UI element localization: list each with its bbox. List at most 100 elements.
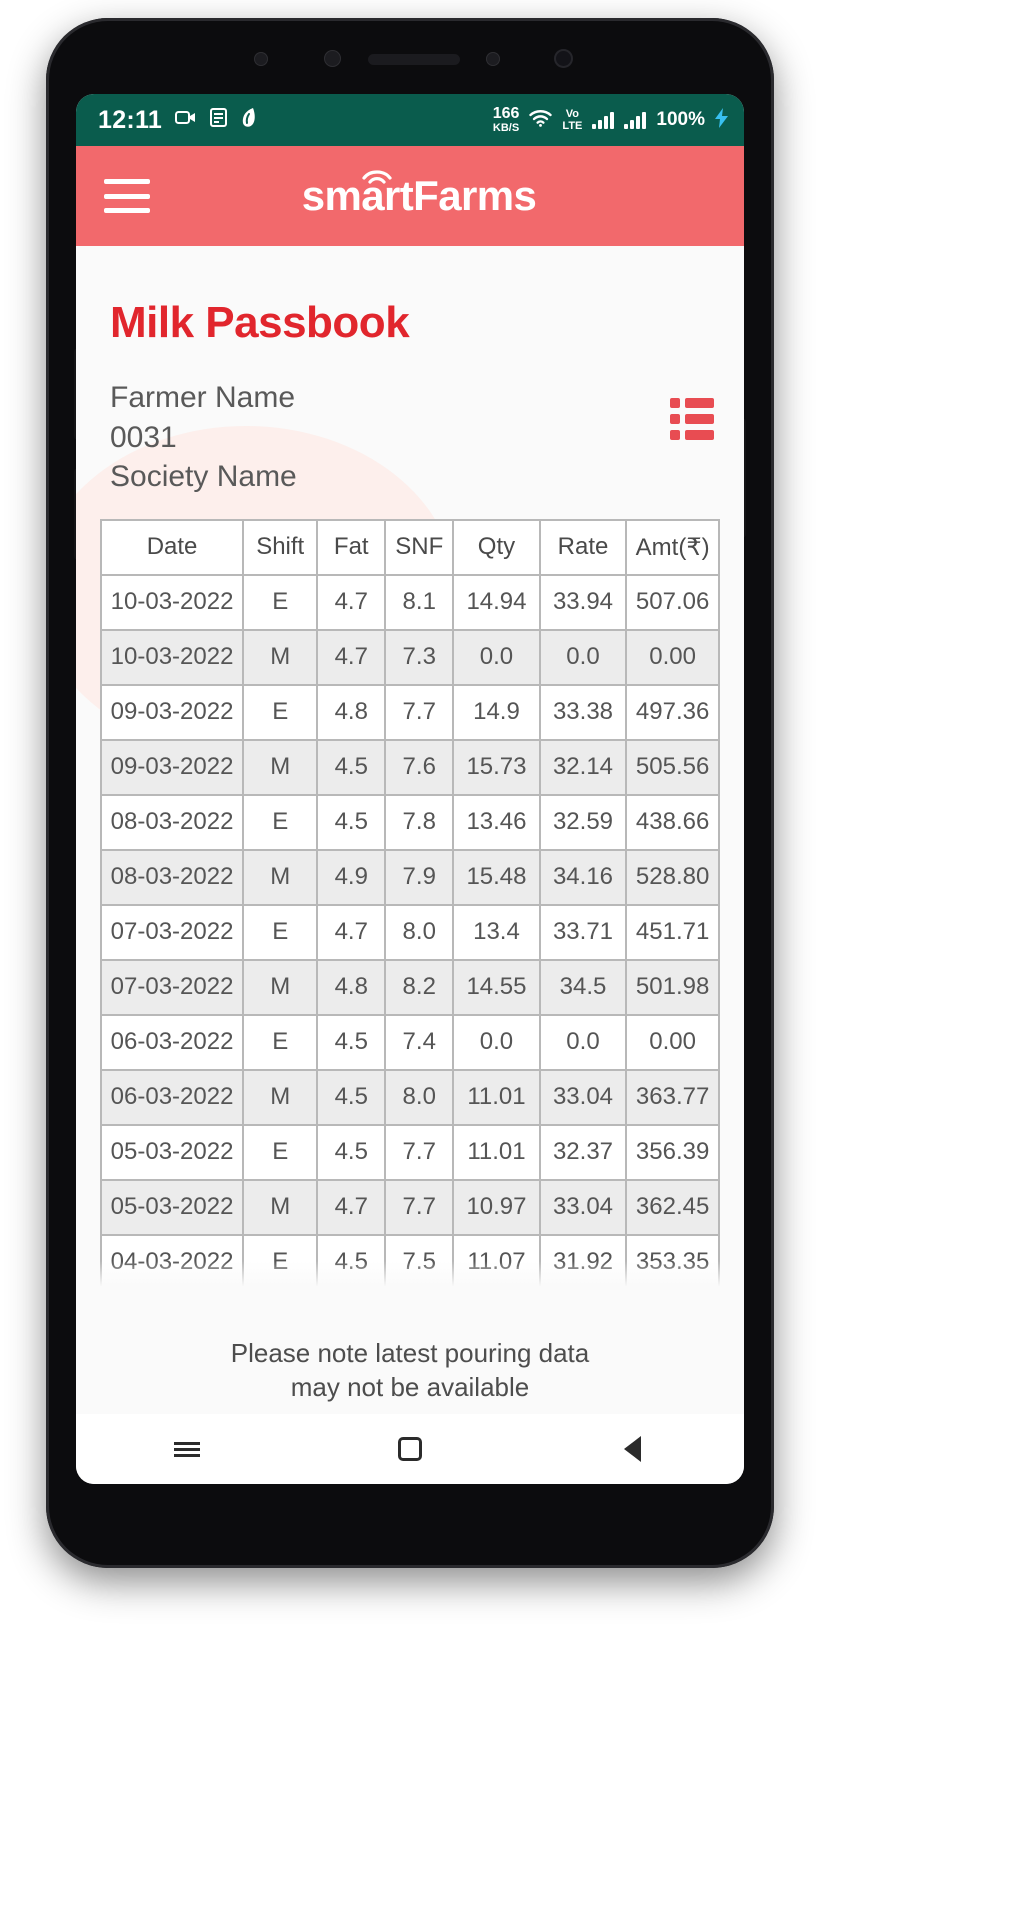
document-icon xyxy=(210,108,228,132)
table-row[interactable]: 10-03-2022 E 4.7 8.1 14.94 33.94 507.06 xyxy=(99,573,720,631)
logo-wifi-arc-icon xyxy=(362,170,392,184)
table-cell: 31.92 xyxy=(538,1233,628,1291)
table-cell: 32.37 xyxy=(538,1123,628,1181)
table-cell: 451.71 xyxy=(625,903,720,961)
table-cell: 33.38 xyxy=(538,683,628,741)
table-cell: E xyxy=(242,903,319,961)
table-cell: 528.80 xyxy=(625,848,720,906)
hamburger-menu-icon[interactable] xyxy=(104,179,150,213)
brand-name: smartFarms xyxy=(301,172,537,219)
table-cell: 0.0 xyxy=(538,1013,628,1071)
volte-line1: Vo xyxy=(565,107,580,120)
table-cell: 356.39 xyxy=(625,1123,720,1181)
table-cell: 33.94 xyxy=(538,573,628,631)
status-bar-left: 12:11 xyxy=(98,106,493,135)
table-cell: 33.71 xyxy=(538,903,628,961)
volte-icon: Vo LTE xyxy=(562,107,583,132)
table-cell: 7.3 xyxy=(384,628,455,686)
table-row[interactable]: 08-03-2022 M 4.9 7.9 15.48 34.16 528.80 xyxy=(99,848,720,906)
table-cell: 34.16 xyxy=(538,848,628,906)
table-cell: 0.00 xyxy=(625,628,720,686)
table-cell: 07-03-2022 xyxy=(99,958,245,1016)
sensor-dot xyxy=(486,52,500,66)
table-cell: 4.5 xyxy=(316,793,387,851)
phone-top-bezel xyxy=(46,18,774,94)
back-icon[interactable] xyxy=(616,1432,650,1466)
table-cell: 06-03-2022 xyxy=(99,1068,245,1126)
table-cell: M xyxy=(242,958,319,1016)
table-cell: 438.66 xyxy=(625,793,720,851)
table-cell: 11.07 xyxy=(452,1233,541,1291)
table-column-header: Date xyxy=(99,518,245,576)
table-cell: 4.7 xyxy=(316,628,387,686)
table-cell: E xyxy=(242,1233,319,1291)
table-cell: 14.94 xyxy=(452,573,541,631)
table-cell: M xyxy=(242,738,319,796)
table-cell: 4.9 xyxy=(316,848,387,906)
table-cell: 4.5 xyxy=(316,1123,387,1181)
footer-note: Please note latest pouring data may not … xyxy=(76,1331,744,1404)
table-header: Date Shift Fat SNF Qty Rate Amt(₹) xyxy=(99,518,720,576)
table-body: 10-03-2022 E 4.7 8.1 14.94 33.94 507.06 10-03-2… xyxy=(99,573,720,1291)
table-row[interactable]: 09-03-2022 E 4.8 7.7 14.9 33.38 497.36 xyxy=(99,683,720,741)
table-row[interactable]: 07-03-2022 E 4.7 8.0 13.4 33.71 451.71 xyxy=(99,903,720,961)
table-cell: 501.98 xyxy=(625,958,720,1016)
table-cell: 34.5 xyxy=(538,958,628,1016)
home-icon[interactable] xyxy=(393,1432,427,1466)
table-cell: 8.2 xyxy=(384,958,455,1016)
table-row[interactable]: 05-03-2022 M 4.7 7.7 10.97 33.04 362.45 xyxy=(99,1178,720,1236)
table-cell: 10-03-2022 xyxy=(99,573,245,631)
table-row[interactable]: 10-03-2022 M 4.7 7.3 0.0 0.0 0.00 xyxy=(99,628,720,686)
table-cell: 505.56 xyxy=(625,738,720,796)
recents-icon[interactable] xyxy=(170,1432,204,1466)
status-bar: 12:11 166 KB/S Vo LTE 100% xyxy=(76,94,744,146)
table-row[interactable]: 04-03-2022 E 4.5 7.5 11.07 31.92 353.35 xyxy=(99,1233,720,1291)
table-cell: 8.1 xyxy=(384,573,455,631)
table-cell: 0.0 xyxy=(452,628,541,686)
table-cell: 4.5 xyxy=(316,1013,387,1071)
table-cell: 507.06 xyxy=(625,573,720,631)
table-cell: 32.59 xyxy=(538,793,628,851)
table-cell: 4.7 xyxy=(316,573,387,631)
table-cell: M xyxy=(242,1068,319,1126)
footer-note-line2: may not be available xyxy=(290,1371,530,1402)
table-cell: 0.00 xyxy=(625,1013,720,1071)
page-content: Milk Passbook Farmer Name 0031 Society N… xyxy=(76,246,744,1414)
table-cell: 33.04 xyxy=(538,1178,628,1236)
table-cell: 7.6 xyxy=(384,738,455,796)
table-cell: 14.55 xyxy=(452,958,541,1016)
table-cell: 4.5 xyxy=(316,1068,387,1126)
volte-line2: LTE xyxy=(562,119,583,132)
table-cell: 4.7 xyxy=(316,903,387,961)
table-cell: 4.8 xyxy=(316,683,387,741)
table-cell: 33.04 xyxy=(538,1068,628,1126)
table-cell: 4.8 xyxy=(316,958,387,1016)
table-column-header: Rate xyxy=(538,518,628,576)
table-cell: 7.5 xyxy=(384,1233,455,1291)
table-cell: 7.7 xyxy=(384,1123,455,1181)
table-cell: 04-03-2022 xyxy=(99,1233,245,1291)
table-row[interactable]: 08-03-2022 E 4.5 7.8 13.46 32.59 438.66 xyxy=(99,793,720,851)
table-cell: E xyxy=(242,1123,319,1181)
table-cell: 497.36 xyxy=(625,683,720,741)
table-cell: 8.0 xyxy=(384,903,455,961)
page-title: Milk Passbook xyxy=(110,298,410,347)
table-cell: 08-03-2022 xyxy=(99,848,245,906)
table-cell: M xyxy=(242,848,319,906)
table-row[interactable]: 06-03-2022 M 4.5 8.0 11.01 33.04 363.77 xyxy=(99,1068,720,1126)
table-row[interactable]: 06-03-2022 E 4.5 7.4 0.0 0.0 0.00 xyxy=(99,1013,720,1071)
table-row[interactable]: 05-03-2022 E 4.5 7.7 11.01 32.37 356.39 xyxy=(99,1123,720,1181)
network-speed-indicator: 166 KB/S xyxy=(493,106,520,134)
passbook-table-container[interactable]: Date Shift Fat SNF Qty Rate Amt(₹) 10-03-2022 E… xyxy=(99,518,720,1291)
table-cell: E xyxy=(242,1013,319,1071)
table-row[interactable]: 07-03-2022 M 4.8 8.2 14.55 34.5 501.98 xyxy=(99,958,720,1016)
table-row[interactable]: 09-03-2022 M 4.5 7.6 15.73 32.14 505.56 xyxy=(99,738,720,796)
front-camera xyxy=(554,49,573,68)
footer-note-line1: Please note latest pouring data xyxy=(230,1338,590,1369)
status-bar-right: 166 KB/S Vo LTE 100% xyxy=(493,106,728,134)
list-view-icon[interactable] xyxy=(670,398,714,440)
table-cell: E xyxy=(242,683,319,741)
table-column-header: Qty xyxy=(452,518,541,576)
table-cell: 363.77 xyxy=(625,1068,720,1126)
brand-logo: smartFarms xyxy=(150,170,688,220)
